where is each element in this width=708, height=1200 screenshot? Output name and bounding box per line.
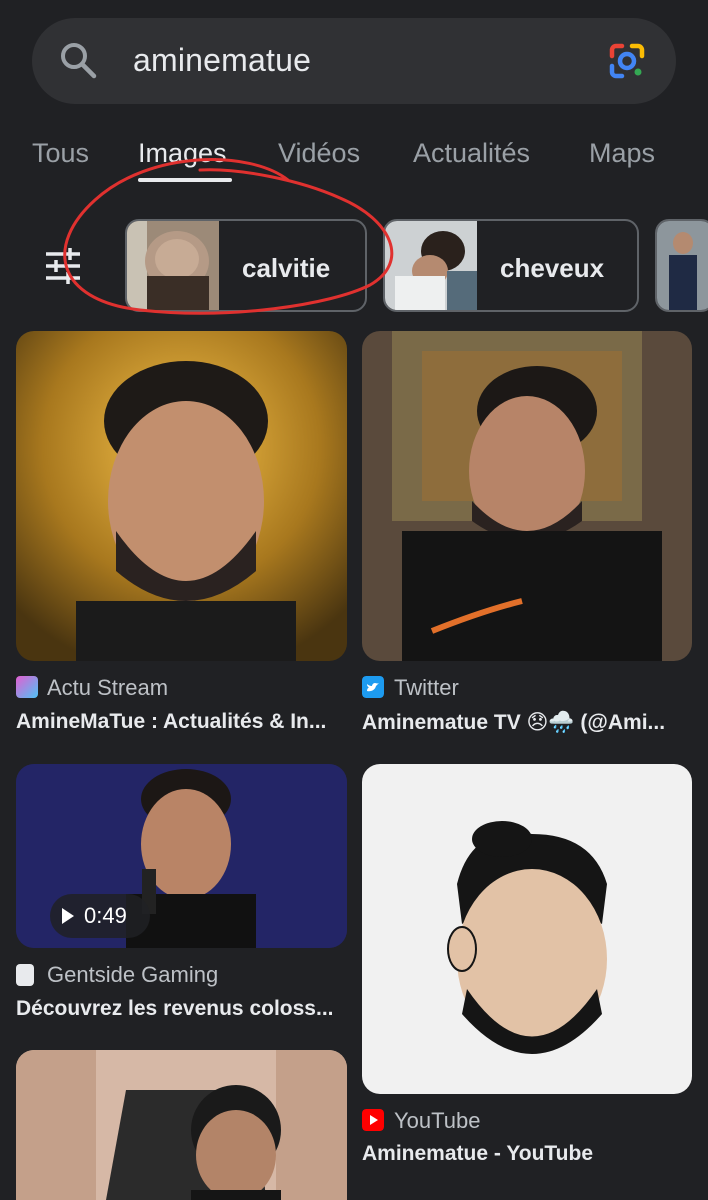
tab-actualites[interactable]: Actualités [413,138,530,169]
video-duration-badge: 0:49 [50,894,150,938]
chip-label: calvitie [242,253,331,283]
chip-thumbnail [127,221,219,310]
result-source[interactable]: Actu Stream [47,675,168,701]
result-video-thumbnail[interactable]: 0:49 [16,764,347,948]
tab-maps[interactable]: Maps [589,138,655,169]
active-tab-indicator [138,178,232,182]
result-image[interactable] [16,1050,347,1200]
result-source[interactable]: Gentside Gaming [47,962,218,988]
result-source[interactable]: YouTube [394,1108,480,1134]
gentside-icon [16,964,34,986]
youtube-icon [362,1109,384,1131]
result-title[interactable]: Aminematue TV 😞🌧️ (@Ami... [362,710,692,735]
chip-calvitie[interactable]: calvitie [125,219,367,312]
filter-settings-icon[interactable] [44,248,82,284]
search-bar[interactable] [32,18,676,104]
tab-tous[interactable]: Tous [32,138,89,169]
tab-images[interactable]: Images [138,138,227,169]
search-input[interactable]: aminematue [133,42,311,79]
chip-label: cheveux [500,253,605,283]
play-icon [62,908,74,924]
video-duration: 0:49 [84,903,127,928]
twitter-icon [362,676,384,698]
result-title[interactable]: AmineMaTue : Actualités & In... [16,710,346,734]
google-lens-icon[interactable] [606,40,648,82]
tab-videos[interactable]: Vidéos [278,138,360,169]
chip-thumbnail [657,221,708,310]
result-image[interactable] [16,331,347,661]
result-image[interactable] [362,331,692,661]
result-title[interactable]: Aminematue - YouTube [362,1142,692,1166]
result-image[interactable] [362,764,692,1094]
result-source[interactable]: Twitter [394,675,459,701]
chip-cheveux[interactable]: cheveux [383,219,639,312]
actu-stream-icon [16,676,38,698]
search-icon[interactable] [58,40,98,80]
result-title[interactable]: Découvrez les revenus coloss... [16,997,346,1021]
search-tabs: Tous Images Vidéos Actualités Maps [0,120,708,190]
chip-more[interactable] [655,219,708,312]
chip-thumbnail [385,221,477,310]
